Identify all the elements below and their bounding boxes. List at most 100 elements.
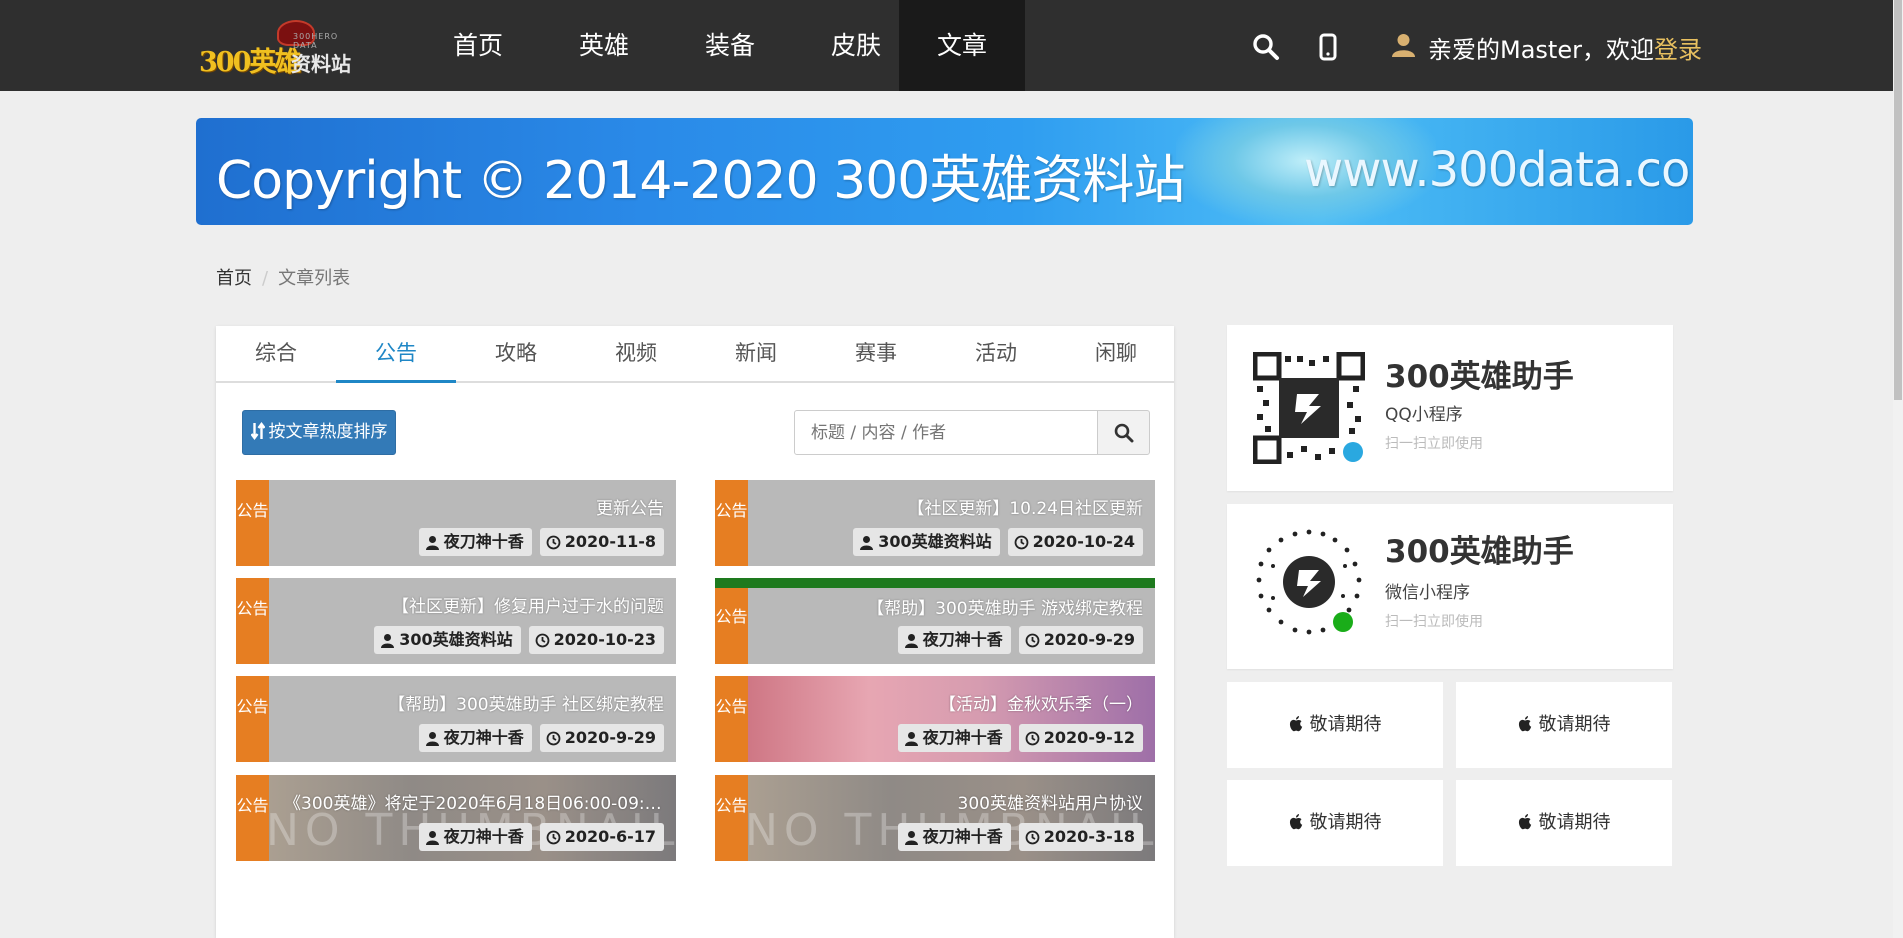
author-icon [904,731,918,746]
article-card[interactable]: 公告 【社区更新】10.24日社区更新 300英雄资料站 2020-10-24 [715,480,1155,566]
clock-icon [1014,535,1029,549]
author-icon [425,535,439,550]
author-name: 夜刀神十香 [443,827,524,846]
article-author: 夜刀神十香 [418,528,532,556]
article-date: 2020-6-17 [539,823,664,851]
article-card[interactable]: 公告 【活动】金秋欢乐季（一） 夜刀神十香 2020-9-12 [715,676,1155,762]
coming-soon-label: 敬请期待 [1538,714,1611,735]
article-date: 2020-10-23 [528,626,664,654]
article-card[interactable]: NO THUMBNAIL 公告 300英雄资料站用户协议 夜刀神十香 2020-… [715,775,1155,861]
site-logo[interactable]: 300HERO DATA 300英雄 资料站 [199,18,364,78]
article-title[interactable]: 【活动】金秋欢乐季（一） [939,690,1143,715]
apple-icon [1518,814,1531,830]
tab-announcements[interactable]: 公告 [336,326,456,383]
clock-icon [546,731,561,745]
clock-icon [1025,633,1040,647]
greeting-text: 亲爱的Master，欢迎 [1428,36,1654,64]
coming-soon-tile[interactable]: 敬请期待 [1227,780,1443,866]
article-tag: 公告 [715,480,748,566]
wechat-qr-code-icon [1253,526,1365,638]
article-title[interactable]: 【社区更新】修复用户过于水的问题 [392,592,664,617]
author-name: 夜刀神十香 [443,532,524,551]
breadcrumb-separator: / [262,268,269,289]
user-greeting: 亲爱的Master，欢迎登录 [1428,30,1702,64]
author-name: 300英雄资料站 [399,630,513,649]
article-date: 2020-10-24 [1007,528,1143,556]
article-title[interactable]: 【帮助】300英雄助手 游戏绑定教程 [867,594,1143,619]
article-tag: 公告 [715,676,748,762]
article-author: 夜刀神十香 [897,823,1011,851]
date-text: 2020-11-8 [564,532,656,551]
top-navbar: 300HERO DATA 300英雄 资料站 首页 英雄 装备 皮肤 文章 亲爱… [0,0,1893,91]
sort-icon [250,422,265,440]
scrollbar-thumb[interactable] [1894,0,1902,400]
coming-soon-label: 敬请期待 [1309,812,1382,833]
article-card[interactable]: 公告 【帮助】300英雄助手 游戏绑定教程 夜刀神十香 2020-9-29 [715,578,1155,664]
nav-home[interactable]: 首页 [415,0,541,91]
wechat-miniprogram-card: 300英雄助手 微信小程序 扫一扫立即使用 [1227,504,1673,669]
article-title[interactable]: 更新公告 [596,494,664,519]
coming-soon-tile[interactable]: 敬请期待 [1227,682,1443,768]
author-icon [860,535,874,550]
qq-card-hint: 扫一扫立即使用 [1385,436,1483,452]
article-search-button[interactable] [1097,410,1150,455]
tab-matches[interactable]: 赛事 [816,326,936,383]
nav-heroes[interactable]: 英雄 [541,0,667,91]
breadcrumb: 首页 / 文章列表 [216,264,350,290]
coming-soon-tile[interactable]: 敬请期待 [1456,682,1672,768]
date-text: 2020-6-17 [564,827,656,846]
tab-events[interactable]: 活动 [936,326,1056,383]
author-name: 300英雄资料站 [878,532,992,551]
article-title[interactable]: 【帮助】300英雄助手 社区绑定教程 [388,690,664,715]
article-author: 300英雄资料站 [374,626,521,654]
login-link[interactable]: 登录 [1654,36,1702,64]
clock-icon [535,633,550,647]
search-icon [1114,423,1134,443]
article-card[interactable]: 公告 更新公告 夜刀神十香 2020-11-8 [236,480,676,566]
qr-code-icon [1253,352,1365,464]
apple-icon [1289,716,1302,732]
apple-icon [1289,814,1302,830]
author-name: 夜刀神十香 [922,630,1003,649]
article-author: 300英雄资料站 [853,528,1000,556]
clock-icon [1025,731,1040,745]
mobile-icon[interactable] [1314,33,1342,61]
article-date: 2020-9-12 [1018,724,1143,752]
sort-by-popularity-button[interactable]: 按文章热度排序 [242,410,396,455]
article-author: 夜刀神十香 [897,626,1011,654]
article-title[interactable]: 《300英雄》将定于2020年6月18日06:00-09:0... [284,789,664,814]
author-icon [425,830,439,845]
article-card[interactable]: 公告 【帮助】300英雄助手 社区绑定教程 夜刀神十香 2020-9-29 [236,676,676,762]
article-date: 2020-9-29 [1018,626,1143,654]
author-name: 夜刀神十香 [922,728,1003,747]
clock-icon [546,830,561,844]
tab-chat[interactable]: 闲聊 [1056,326,1176,383]
nav-articles[interactable]: 文章 [899,0,1025,91]
tab-news[interactable]: 新闻 [696,326,816,383]
date-text: 2020-9-29 [564,728,656,747]
coming-soon-label: 敬请期待 [1538,812,1611,833]
tab-general[interactable]: 综合 [216,326,336,383]
article-title[interactable]: 300英雄资料站用户协议 [958,789,1143,814]
search-icon[interactable] [1252,33,1280,61]
breadcrumb-home[interactable]: 首页 [216,268,252,289]
coming-soon-tile[interactable]: 敬请期待 [1456,780,1672,866]
tab-guides[interactable]: 攻略 [456,326,576,383]
article-card[interactable]: NO THUMBNAIL 公告 《300英雄》将定于2020年6月18日06:0… [236,775,676,861]
article-search-input[interactable] [794,410,1098,455]
nav-equipment[interactable]: 装备 [667,0,793,91]
article-date: 2020-9-29 [539,724,664,752]
page-scrollbar[interactable] [1893,0,1903,938]
article-tag: 公告 [236,676,269,762]
clock-icon [1025,830,1040,844]
tab-videos[interactable]: 视频 [576,326,696,383]
article-card[interactable]: 公告 【社区更新】修复用户过于水的问题 300英雄资料站 2020-10-23 [236,578,676,664]
wechat-card-title: 300英雄助手 [1385,534,1574,570]
date-text: 2020-10-24 [1032,532,1135,551]
article-title[interactable]: 【社区更新】10.24日社区更新 [907,494,1143,519]
sort-button-label: 按文章热度排序 [268,422,388,442]
article-tag: 公告 [236,775,269,861]
article-author: 夜刀神十香 [897,724,1011,752]
article-panel: 综合 公告 攻略 视频 新闻 赛事 活动 闲聊 按文章热度排序 公告 更新公告 … [216,326,1174,938]
date-text: 2020-10-23 [553,630,656,649]
